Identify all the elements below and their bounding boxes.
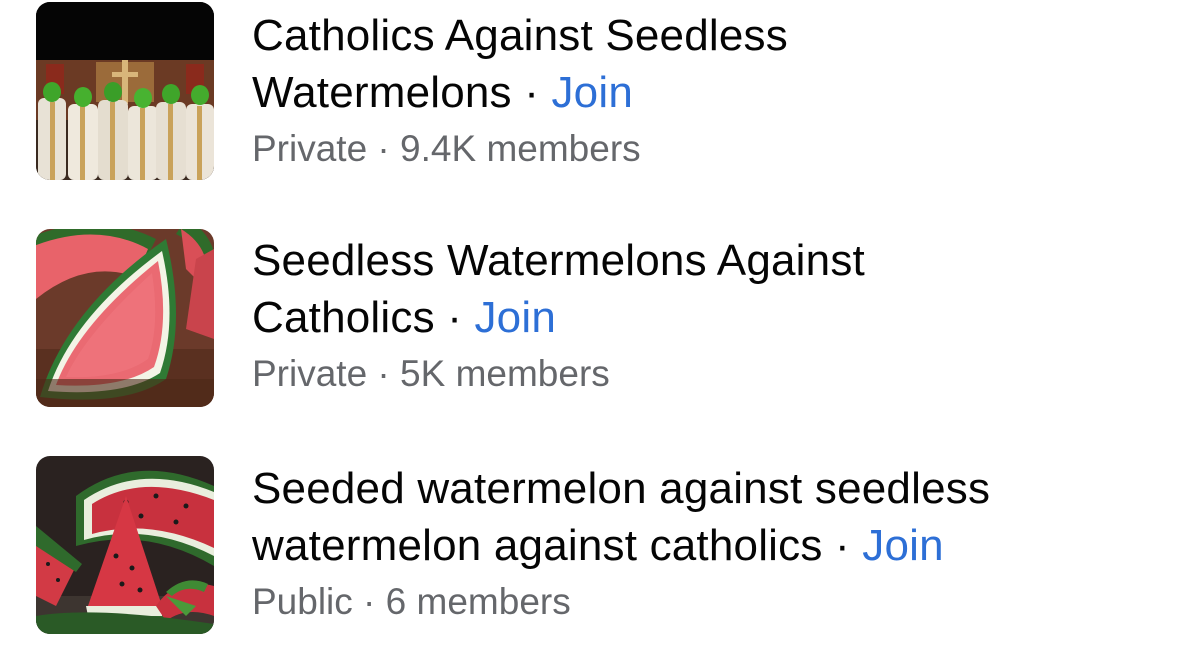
member-count: 6 members: [385, 581, 571, 622]
privacy-label: Public: [252, 581, 353, 622]
group-title-line2[interactable]: Watermelons: [252, 68, 512, 117]
group-title[interactable]: Seedless Watermelons Against Catholics ·…: [252, 232, 1152, 346]
group-title-line1[interactable]: Seeded watermelon against seedless: [252, 464, 990, 513]
join-button[interactable]: Join: [551, 68, 633, 117]
meta-separator: ·: [367, 353, 401, 394]
group-list-item[interactable]: Catholics Against Seedless Watermelons ·…: [0, 2, 1200, 202]
group-title-line1[interactable]: Seedless Watermelons Against: [252, 236, 865, 285]
separator: ·: [434, 293, 475, 342]
group-title-line1[interactable]: Catholics Against Seedless: [252, 11, 788, 60]
group-title-line2[interactable]: Catholics: [252, 293, 435, 342]
separator: ·: [511, 68, 552, 117]
watermelon-slices-image: [36, 229, 214, 407]
group-title-line2[interactable]: watermelon against catholics: [252, 521, 823, 570]
privacy-label: Private: [252, 128, 368, 169]
group-meta: Private · 5K members: [252, 348, 1152, 400]
member-count: 5K members: [400, 353, 610, 394]
member-count: 9.4K members: [400, 128, 641, 169]
priests-watermelon-image: [36, 2, 214, 180]
group-thumbnail[interactable]: [36, 2, 214, 180]
group-title[interactable]: Catholics Against Seedless Watermelons ·…: [252, 7, 1152, 121]
group-list-item[interactable]: Seeded watermelon against seedless water…: [0, 456, 1200, 656]
group-meta: Private · 9.4K members: [252, 123, 1152, 175]
group-list-item[interactable]: Seedless Watermelons Against Catholics ·…: [0, 229, 1200, 429]
group-title[interactable]: Seeded watermelon against seedless water…: [252, 460, 1152, 574]
privacy-label: Private: [252, 353, 368, 394]
group-thumbnail[interactable]: [36, 456, 214, 634]
group-meta: Public · 6 members: [252, 576, 1152, 628]
seeded-watermelon-image: [36, 456, 214, 634]
separator: ·: [822, 521, 863, 570]
join-button[interactable]: Join: [474, 293, 556, 342]
join-button[interactable]: Join: [862, 521, 944, 570]
meta-separator: ·: [352, 581, 386, 622]
meta-separator: ·: [367, 128, 401, 169]
group-thumbnail[interactable]: [36, 229, 214, 407]
